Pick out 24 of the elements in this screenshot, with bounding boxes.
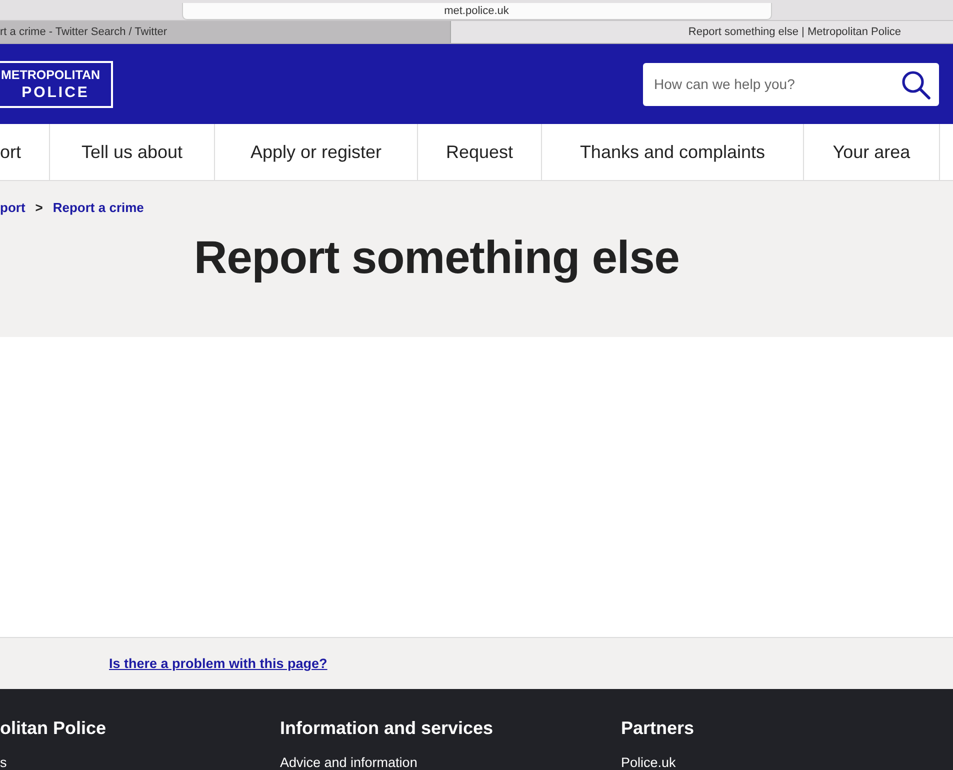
nav-link[interactable]: Request (418, 124, 542, 180)
footer-heading: olitan Police (0, 717, 106, 739)
breadcrumb-link[interactable]: Report a crime (52, 200, 144, 214)
nav-link[interactable]: Thanks and complaints (542, 124, 804, 180)
breadcrumb-link[interactable]: port (0, 200, 26, 214)
logo-text: POLICE (22, 84, 90, 101)
nav-link[interactable]: Your area (804, 124, 940, 180)
footer-heading: Partners (621, 717, 694, 739)
browser-tab[interactable]: rt a crime - Twitter Search / Twitter (0, 21, 450, 43)
search-field[interactable]: How can we help you? (643, 62, 939, 106)
nav-link[interactable]: Tell us about (50, 124, 215, 180)
address-bar[interactable]: met.police.uk (182, 3, 772, 20)
logo-text: METROPOLITAN (0, 67, 100, 84)
footer-heading: Information and services (280, 717, 494, 739)
breadcrumb-separator: > (35, 200, 43, 214)
search-icon[interactable] (901, 70, 931, 100)
page-title: Report something else (193, 233, 680, 281)
footer-link[interactable]: Advice and information (280, 755, 494, 770)
footer-link[interactable]: s (0, 755, 106, 770)
problem-link[interactable]: Is there a problem with this page? (109, 656, 328, 671)
logo[interactable]: METROPOLITAN POLICE (0, 60, 113, 108)
nav-link[interactable]: Apply or register (215, 124, 418, 180)
footer-link[interactable]: Police.uk (621, 755, 694, 770)
nav-link[interactable]: ort (0, 124, 50, 180)
